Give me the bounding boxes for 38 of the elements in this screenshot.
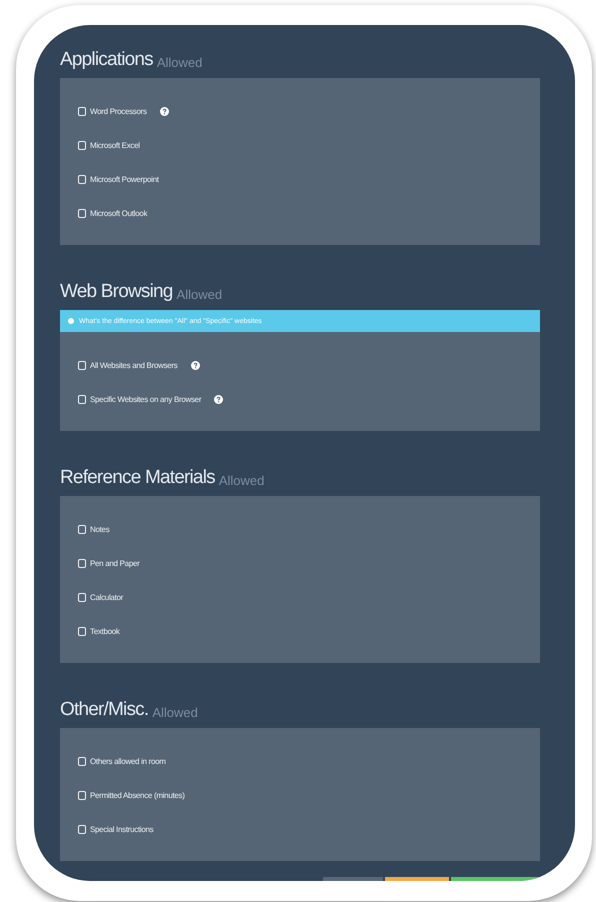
option-label: Microsoft Outlook (90, 208, 148, 218)
checkbox[interactable] (78, 208, 86, 218)
checkbox[interactable] (78, 394, 86, 404)
option-label: Permitted Absence (minutes) (90, 790, 185, 800)
option-label: Microsoft Excel (90, 140, 140, 150)
section-title: Web Browsing (60, 281, 173, 303)
option-label: Special Instructions (90, 824, 154, 834)
option-label: Pen and Paper (90, 558, 140, 568)
section-title: Applications (60, 49, 153, 71)
info-icon (68, 318, 74, 324)
checkbox[interactable] (78, 174, 86, 184)
section-status: Allowed (156, 54, 202, 70)
checkbox[interactable] (78, 106, 86, 116)
section-title: Other/Misc. (60, 699, 148, 721)
checkbox[interactable] (78, 592, 86, 602)
option-label: Others allowed in room (90, 756, 166, 766)
checkbox[interactable] (78, 140, 86, 150)
option-label: Textbook (90, 626, 120, 636)
section-title: Reference Materials (60, 467, 215, 489)
section-status: Allowed (176, 286, 222, 302)
help-icon[interactable] (190, 360, 200, 370)
help-icon[interactable] (214, 394, 224, 404)
option-label: Notes (90, 524, 110, 534)
help-icon[interactable] (160, 106, 169, 116)
option-label: All Websites and Browsers (90, 360, 178, 370)
option-label: Calculator (90, 592, 124, 602)
section-status: Allowed (218, 472, 264, 488)
option-label: Microsoft Powerpoint (90, 174, 159, 184)
checkbox[interactable] (78, 790, 86, 800)
checkbox[interactable] (78, 558, 86, 568)
option-label: Specific Websites on any Browser (90, 394, 202, 404)
option-label: Word Processors (90, 106, 147, 116)
section-status: Allowed (152, 704, 198, 720)
checkbox[interactable] (78, 756, 86, 766)
checkbox[interactable] (78, 360, 86, 370)
checkbox[interactable] (78, 524, 86, 534)
checkbox[interactable] (78, 626, 86, 636)
checkbox[interactable] (78, 824, 86, 834)
